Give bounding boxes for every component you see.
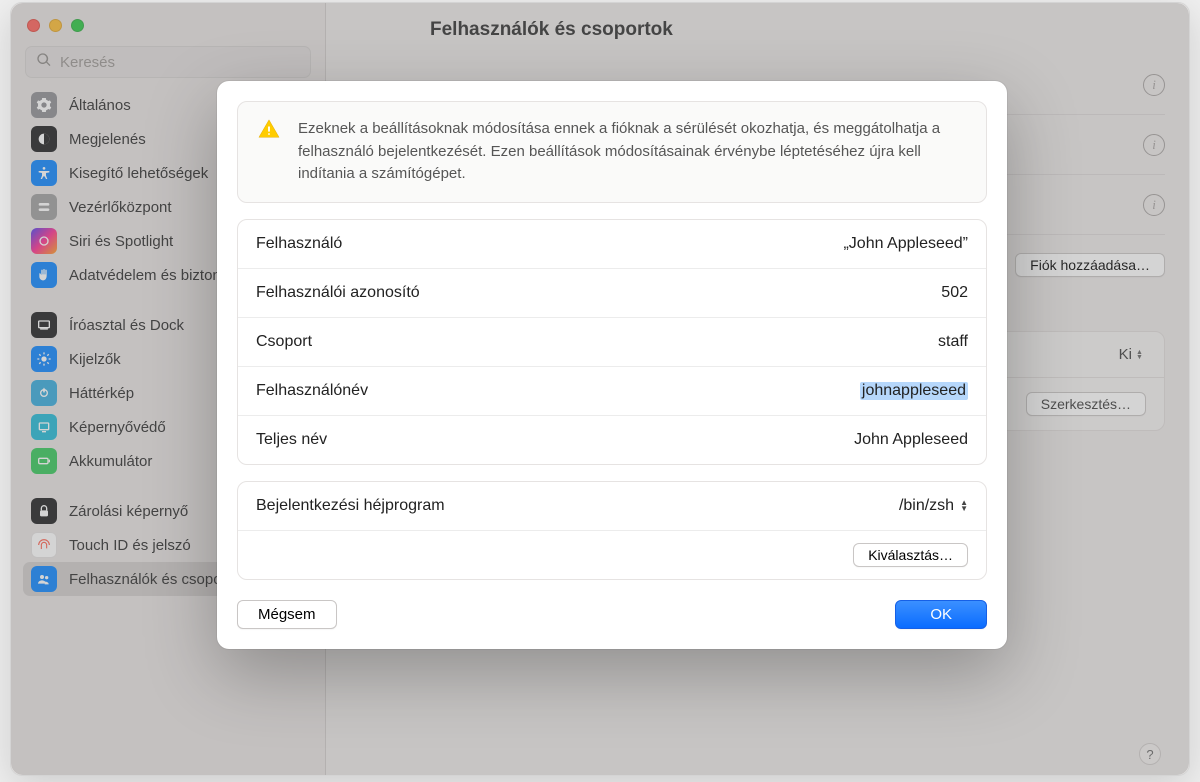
field-uid: Felhasználói azonosító 502 bbox=[238, 269, 986, 318]
chevron-up-down-icon: ▲▼ bbox=[960, 500, 968, 512]
cancel-button[interactable]: Mégsem bbox=[237, 600, 337, 629]
username-input[interactable]: johnappleseed bbox=[860, 382, 968, 400]
field-group: Csoport staff bbox=[238, 318, 986, 367]
field-label: Csoport bbox=[256, 333, 312, 351]
field-value[interactable]: 502 bbox=[941, 284, 968, 302]
choose-button[interactable]: Kiválasztás… bbox=[853, 543, 968, 567]
advanced-options-dialog: Ezeknek a beállításoknak módosítása enne… bbox=[217, 81, 1007, 649]
settings-window: Általános Megjelenés Kisegítő lehetősége… bbox=[10, 2, 1190, 776]
field-shell: Bejelentkezési héjprogram /bin/zsh ▲▼ bbox=[238, 482, 986, 531]
home-dir-row: Kiválasztás… bbox=[238, 531, 986, 579]
shell-value: /bin/zsh bbox=[899, 497, 954, 515]
fullname-input[interactable]: John Appleseed bbox=[854, 431, 968, 449]
field-username: Felhasználónév johnappleseed bbox=[238, 367, 986, 416]
field-label: Felhasználói azonosító bbox=[256, 284, 420, 302]
field-label: Teljes név bbox=[256, 431, 327, 449]
ok-button[interactable]: OK bbox=[895, 600, 987, 629]
field-label: Bejelentkezési héjprogram bbox=[256, 497, 445, 515]
user-fields-card: Felhasználó „John Appleseed” Felhasználó… bbox=[237, 219, 987, 465]
field-fullname: Teljes név John Appleseed bbox=[238, 416, 986, 464]
field-user: Felhasználó „John Appleseed” bbox=[238, 220, 986, 269]
field-value: „John Appleseed” bbox=[843, 235, 968, 253]
field-label: Felhasználó bbox=[256, 235, 342, 253]
warning-text: Ezeknek a beállításoknak módosítása enne… bbox=[298, 118, 966, 186]
login-shell-select[interactable]: /bin/zsh ▲▼ bbox=[899, 497, 968, 515]
warning-icon bbox=[258, 118, 280, 140]
dialog-footer: Mégsem OK bbox=[237, 600, 987, 629]
field-value[interactable]: staff bbox=[938, 333, 968, 351]
field-label: Felhasználónév bbox=[256, 382, 368, 400]
shell-card: Bejelentkezési héjprogram /bin/zsh ▲▼ Ki… bbox=[237, 481, 987, 580]
warning-box: Ezeknek a beállításoknak módosítása enne… bbox=[237, 101, 987, 203]
